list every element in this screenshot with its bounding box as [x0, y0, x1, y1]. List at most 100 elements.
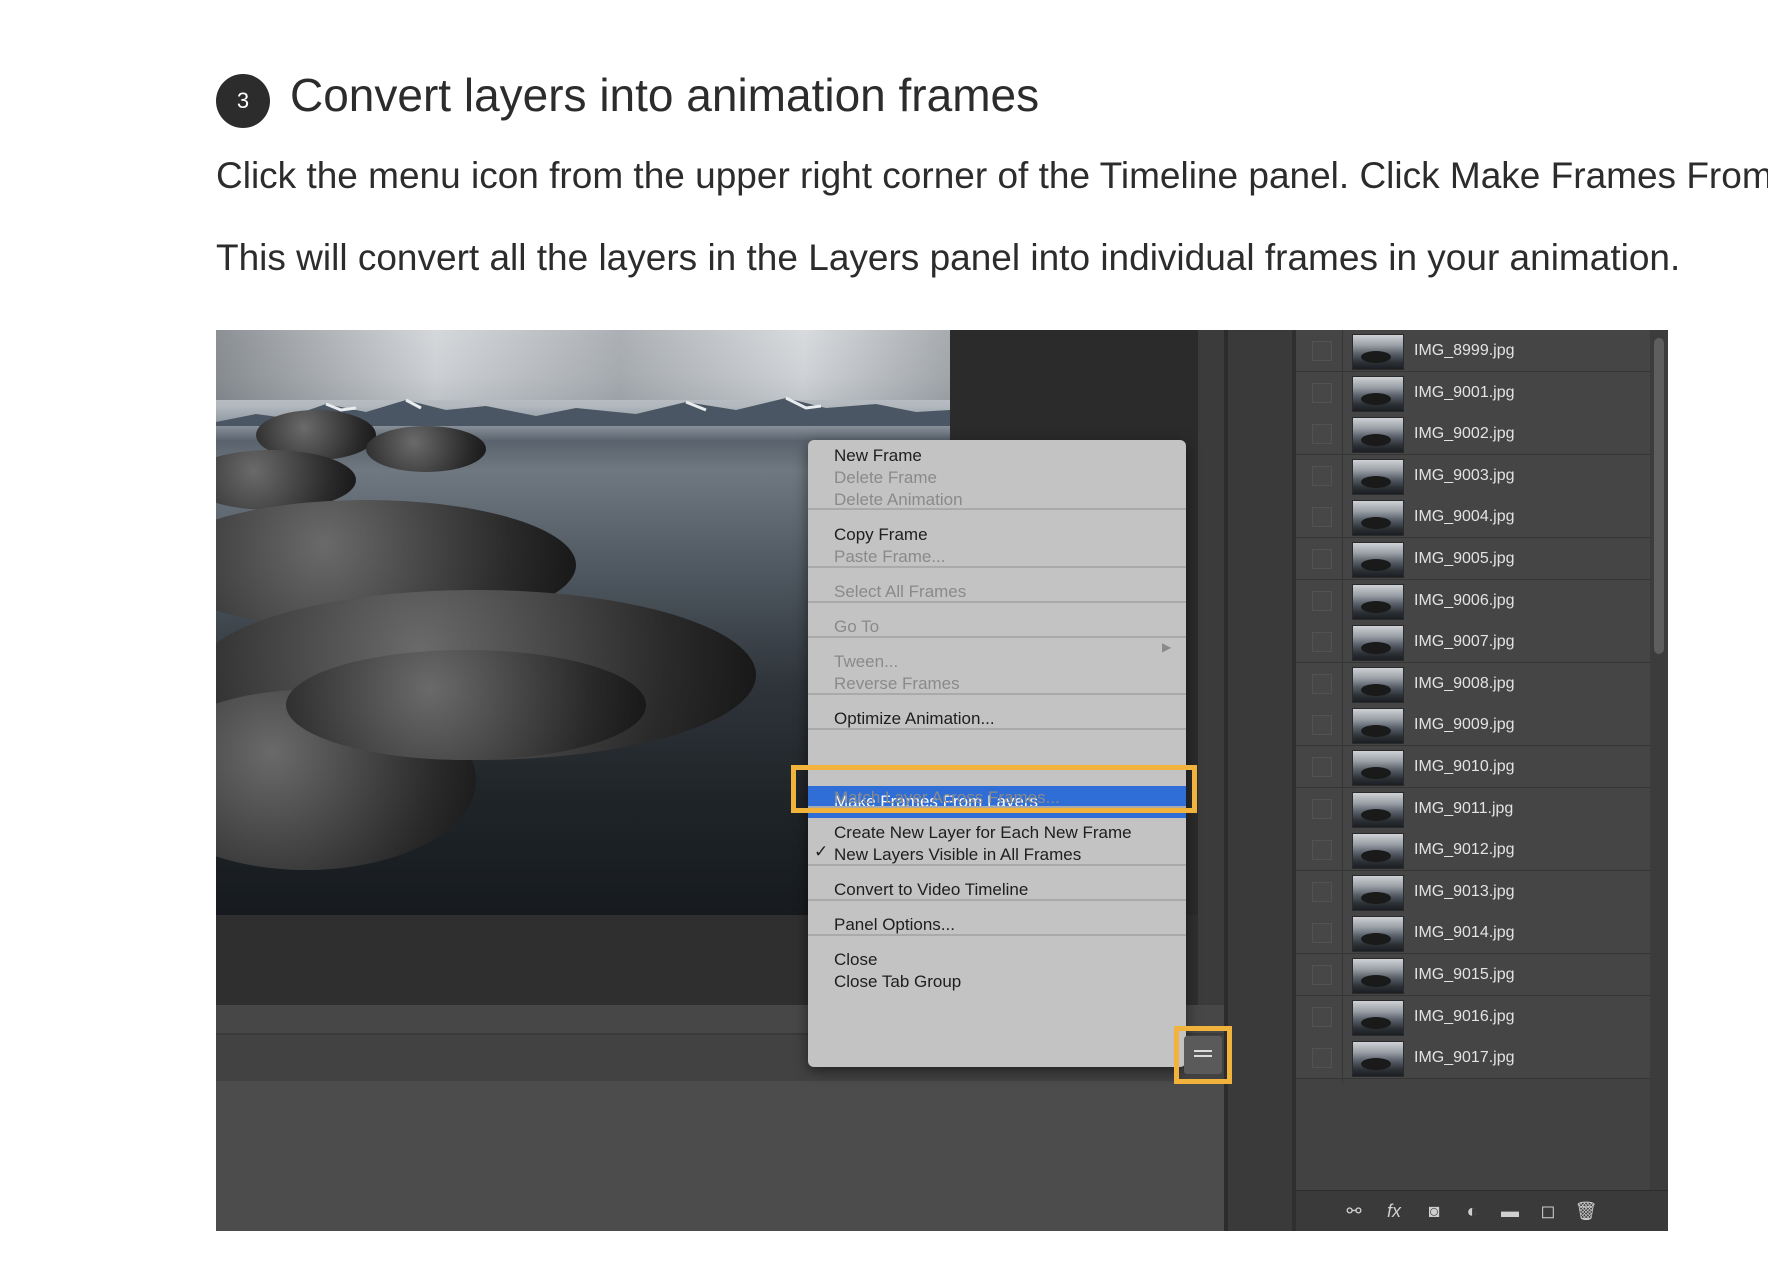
fx-icon[interactable]: fx — [1382, 1199, 1406, 1223]
layer-name: IMG_9007.jpg — [1414, 633, 1515, 651]
layer-name: IMG_9009.jpg — [1414, 716, 1515, 734]
layer-visibility-toggle[interactable] — [1312, 341, 1332, 361]
layers-scrollbar-thumb[interactable] — [1654, 338, 1664, 654]
layer-visibility-toggle[interactable] — [1312, 715, 1332, 736]
layer-thumbnail — [1352, 874, 1404, 911]
layer-visibility-toggle[interactable] — [1312, 673, 1332, 694]
layer-divider — [1342, 454, 1343, 501]
layer-name: IMG_9010.jpg — [1414, 758, 1515, 775]
menu-item-create-new-layer-for-each-new-frame[interactable]: Create New Layer for Each New Frame — [834, 823, 1132, 843]
layer-name: IMG_9003.jpg — [1414, 466, 1515, 484]
collapsed-panel-dock — [1228, 330, 1292, 1231]
layer-name: IMG_9011.jpg — [1414, 799, 1514, 817]
layer-row[interactable]: IMG_8999.jpg — [1296, 330, 1656, 376]
layer-name: IMG_9012.jpg — [1414, 841, 1515, 859]
layer-row[interactable]: IMG_9013.jpg — [1296, 870, 1656, 917]
layer-row[interactable]: IMG_9011.jpg — [1296, 787, 1656, 834]
photo-clouds — [216, 330, 950, 400]
panel-splitter[interactable] — [1198, 330, 1224, 1005]
timeline-flyout-menu: Make Frames From Layers ▶ ✓ New Frame Del… — [808, 440, 1186, 1067]
layer-thumbnail — [1352, 958, 1404, 994]
layer-visibility-toggle[interactable] — [1312, 923, 1332, 944]
layer-row[interactable]: IMG_9014.jpg — [1296, 912, 1656, 959]
new-layer-icon[interactable]: ◻ — [1536, 1199, 1560, 1223]
layer-row[interactable]: IMG_9012.jpg — [1296, 829, 1656, 876]
layer-row[interactable]: IMG_9005.jpg — [1296, 538, 1656, 584]
menu-item-close-tab-group[interactable]: Close Tab Group — [834, 972, 961, 992]
layers-panel: IMG_8999.jpg IMG_9001.jpg IMG_9002.jpg IMG_… — [1296, 330, 1668, 1231]
layer-divider — [1342, 829, 1343, 876]
layer-row[interactable]: IMG_9003.jpg — [1296, 454, 1656, 501]
layer-thumbnail — [1352, 334, 1404, 370]
layer-visibility-toggle[interactable] — [1312, 1006, 1332, 1027]
mask-icon[interactable]: ◙ — [1422, 1199, 1446, 1223]
layer-divider — [1342, 746, 1343, 792]
layer-divider — [1342, 787, 1343, 834]
layer-thumbnail — [1352, 1041, 1404, 1078]
adjustment-icon[interactable]: ◐ — [1460, 1199, 1484, 1223]
layer-name: IMG_9016.jpg — [1414, 1007, 1515, 1025]
layer-divider — [1342, 704, 1343, 751]
layer-visibility-toggle[interactable] — [1312, 840, 1332, 861]
layer-thumbnail — [1352, 458, 1404, 495]
layer-row[interactable]: IMG_9002.jpg — [1296, 413, 1656, 460]
layer-row[interactable]: IMG_9009.jpg — [1296, 704, 1656, 751]
layer-visibility-toggle[interactable] — [1312, 632, 1332, 653]
layer-divider — [1342, 995, 1343, 1042]
layer-name: IMG_9006.jpg — [1414, 591, 1515, 609]
layer-row[interactable]: IMG_9001.jpg — [1296, 371, 1656, 418]
layer-divider — [1342, 579, 1343, 626]
layer-thumbnail — [1352, 375, 1404, 412]
layer-thumbnail — [1352, 500, 1404, 537]
trash-icon[interactable]: 🗑 — [1574, 1199, 1598, 1223]
layer-divider — [1342, 330, 1343, 376]
layer-visibility-toggle[interactable] — [1312, 382, 1332, 403]
layer-visibility-toggle[interactable] — [1312, 757, 1332, 777]
layer-thumbnail — [1352, 666, 1404, 703]
layer-row[interactable]: IMG_9010.jpg — [1296, 746, 1656, 792]
menu-item-panel-options[interactable]: Panel Options... — [834, 915, 955, 935]
layer-row[interactable]: IMG_9004.jpg — [1296, 496, 1656, 543]
callout-menu-icon — [1174, 1026, 1232, 1084]
layer-thumbnail — [1352, 417, 1404, 454]
layer-divider — [1342, 621, 1343, 668]
layer-name: IMG_9014.jpg — [1414, 924, 1515, 942]
layer-visibility-toggle[interactable] — [1312, 424, 1332, 445]
layer-divider — [1342, 496, 1343, 543]
folder-icon[interactable]: ▬ — [1498, 1199, 1522, 1223]
menu-item-paste-frame: Paste Frame... — [834, 547, 946, 566]
layer-visibility-toggle[interactable] — [1312, 965, 1332, 985]
layer-visibility-toggle[interactable] — [1312, 465, 1332, 486]
layer-name: IMG_9005.jpg — [1414, 550, 1515, 567]
layer-row[interactable]: IMG_9015.jpg — [1296, 954, 1656, 1000]
layer-thumbnail — [1352, 750, 1404, 786]
menu-item-go-to: Go To — [834, 617, 880, 636]
menu-item-new-frame[interactable]: New Frame — [834, 446, 922, 466]
layer-name: IMG_9004.jpg — [1414, 508, 1515, 526]
layer-row[interactable]: IMG_9016.jpg — [1296, 995, 1656, 1042]
layer-visibility-toggle[interactable] — [1312, 1048, 1332, 1069]
layer-row[interactable]: IMG_9017.jpg — [1296, 1037, 1656, 1084]
layer-thumbnail — [1352, 791, 1404, 828]
layer-thumbnail — [1352, 583, 1404, 620]
menu-item-new-layers-visible-in-all-frames[interactable]: New Layers Visible in All Frames — [834, 845, 1081, 865]
menu-item-copy-frame[interactable]: Copy Frame — [834, 525, 928, 545]
chevron-right-icon: ▶ — [1162, 640, 1172, 654]
layer-name: IMG_9002.jpg — [1414, 425, 1515, 443]
layer-divider — [1342, 413, 1343, 460]
layer-row[interactable]: IMG_9008.jpg — [1296, 662, 1656, 709]
menu-item-close[interactable]: Close — [834, 950, 877, 970]
layer-visibility-toggle[interactable] — [1312, 590, 1332, 611]
menu-item-convert-to-video-timeline[interactable]: Convert to Video Timeline — [834, 880, 1028, 900]
layer-visibility-toggle[interactable] — [1312, 881, 1332, 902]
layer-row[interactable]: IMG_9006.jpg — [1296, 579, 1656, 626]
layer-row[interactable]: IMG_9007.jpg — [1296, 621, 1656, 668]
layer-visibility-toggle[interactable] — [1312, 507, 1332, 528]
layer-visibility-toggle[interactable] — [1312, 798, 1332, 819]
callout-make-frames — [791, 765, 1197, 813]
link-icon[interactable]: ⚯ — [1342, 1199, 1366, 1223]
layer-name: IMG_9017.jpg — [1414, 1049, 1515, 1067]
menu-item-optimize-animation[interactable]: Optimize Animation... — [834, 709, 995, 729]
layer-visibility-toggle[interactable] — [1312, 549, 1332, 569]
photoshop-screenshot: IMG_8999.jpg IMG_9001.jpg IMG_9002.jpg IMG_… — [216, 330, 1668, 1231]
